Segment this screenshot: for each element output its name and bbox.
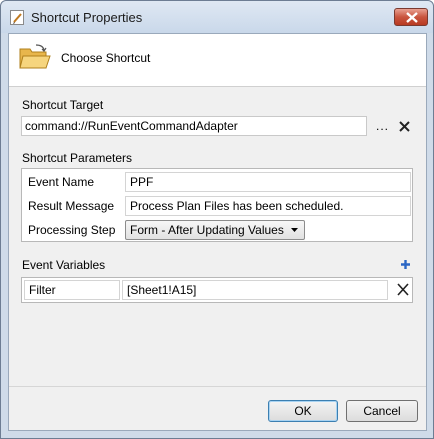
header-divider <box>9 86 426 87</box>
dialog-window: Shortcut Properties Choose Shortcut Shor… <box>0 0 434 439</box>
param-label: Processing Step <box>28 223 116 237</box>
remove-variable-icon[interactable] <box>397 283 409 296</box>
result-message-input[interactable]: Process Plan Files has been scheduled. <box>125 196 411 216</box>
title-bar[interactable]: Shortcut Properties <box>1 1 433 33</box>
document-icon <box>10 10 24 25</box>
param-label: Event Name <box>28 175 95 189</box>
param-row-processing-step: Processing Step Form - After Updating Va… <box>22 218 412 242</box>
param-row-result-message: Result Message Process Plan Files has be… <box>22 194 412 218</box>
variables-grid: Filter [Sheet1!A15] <box>21 277 413 303</box>
processing-step-select[interactable]: Form - After Updating Values <box>125 220 305 240</box>
header-title: Choose Shortcut <box>61 51 151 65</box>
cancel-button[interactable]: Cancel <box>346 400 418 422</box>
parameters-grid: Event Name PPF Result Message Process Pl… <box>21 168 413 242</box>
param-label: Result Message <box>28 199 115 213</box>
processing-step-value: Form - After Updating Values <box>130 223 284 237</box>
ok-button[interactable]: OK <box>268 400 338 422</box>
shortcut-parameters-label: Shortcut Parameters <box>22 151 133 165</box>
chevron-down-icon <box>291 228 298 232</box>
event-variables-label: Event Variables <box>22 258 106 272</box>
footer-divider <box>9 386 426 387</box>
header-area: Choose Shortcut <box>9 34 426 86</box>
event-name-input[interactable]: PPF <box>125 172 411 192</box>
folder-open-icon <box>19 44 51 69</box>
param-row-event-name: Event Name PPF <box>22 170 412 194</box>
shortcut-target-input[interactable]: command://RunEventCommandAdapter <box>21 116 367 136</box>
add-variable-icon[interactable] <box>401 260 410 269</box>
close-button[interactable] <box>394 8 428 26</box>
browse-button[interactable]: ... <box>376 119 389 133</box>
clear-target-icon[interactable] <box>399 121 410 132</box>
shortcut-target-label: Shortcut Target <box>22 98 104 112</box>
window-title: Shortcut Properties <box>31 10 143 25</box>
variable-value-input[interactable]: [Sheet1!A15] <box>122 280 388 300</box>
close-icon <box>406 12 418 23</box>
variable-name-input[interactable]: Filter <box>24 280 120 300</box>
dialog-body: Choose Shortcut Shortcut Target command:… <box>8 33 427 431</box>
